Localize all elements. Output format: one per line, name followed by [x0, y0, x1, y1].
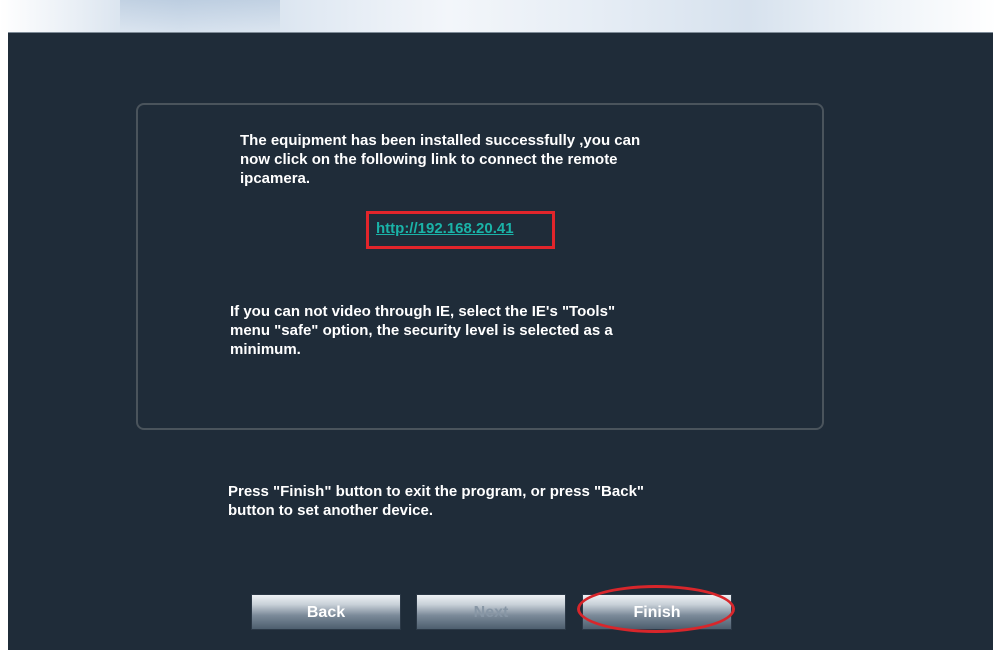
window-right-edge [993, 32, 997, 651]
ie-hint-message: If you can not video through IE, select … [230, 303, 616, 358]
next-button: Next [416, 594, 566, 630]
back-button[interactable]: Back [251, 594, 401, 630]
exit-hint-message: Press "Finish" button to exit the progra… [228, 483, 645, 519]
camera-link[interactable]: http://192.168.20.41 [376, 220, 514, 237]
window-title-bar [0, 0, 997, 32]
finish-button[interactable]: Finish [582, 594, 732, 630]
install-success-message: The equipment has been installed success… [240, 132, 641, 187]
title-bar-shade [120, 0, 280, 32]
